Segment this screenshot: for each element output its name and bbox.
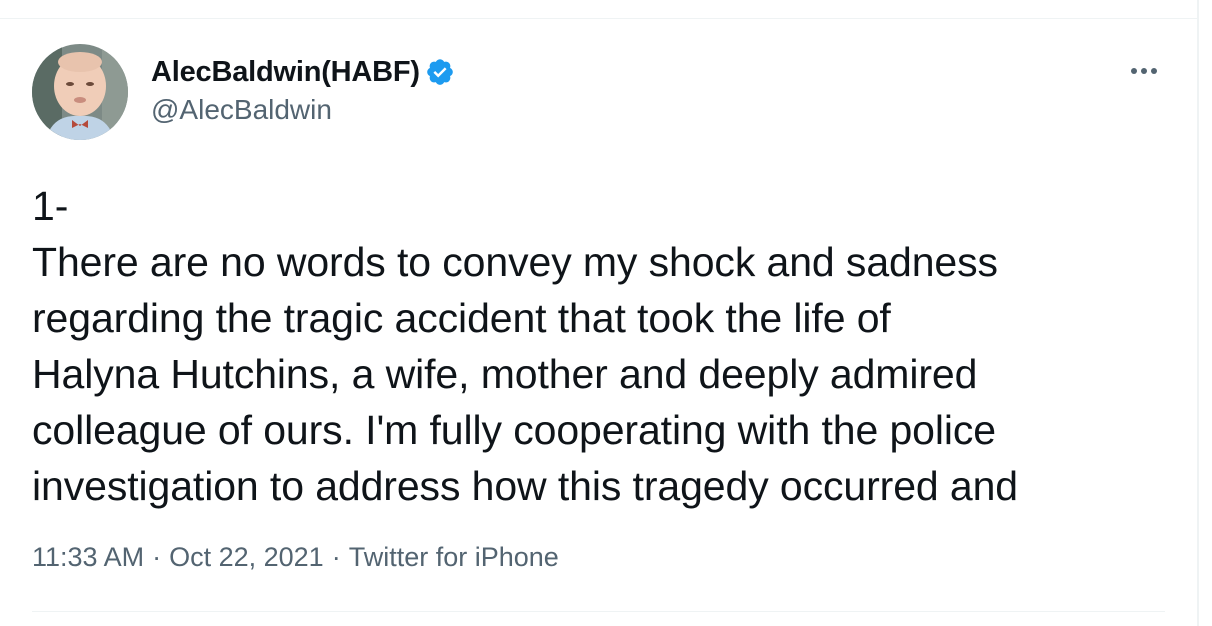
avatar-image: [32, 44, 128, 140]
author-block: AlecBaldwin(HABF) @AlecBaldwin: [151, 52, 455, 126]
display-name[interactable]: AlecBaldwin(HABF): [151, 56, 420, 89]
bottom-divider: [32, 611, 1165, 612]
right-border: [1197, 0, 1199, 626]
name-row: AlecBaldwin(HABF): [151, 52, 455, 92]
tweet-time[interactable]: 11:33 AM: [32, 542, 144, 573]
top-divider: [0, 18, 1197, 19]
meta-separator: ·: [152, 542, 162, 572]
user-handle[interactable]: @AlecBaldwin: [151, 94, 455, 126]
tweet-text: 1- There are no words to convey my shock…: [32, 183, 1019, 509]
tweet-date[interactable]: Oct 22, 2021: [169, 542, 324, 573]
tweet-metadata: 11:33 AM · Oct 22, 2021 · Twitter for iP…: [32, 542, 559, 573]
verified-badge-icon: [425, 57, 455, 87]
avatar[interactable]: [32, 44, 128, 140]
tweet-card: AlecBaldwin(HABF) @AlecBaldwin 1- There …: [0, 0, 1212, 626]
tweet-source[interactable]: Twitter for iPhone: [349, 542, 559, 573]
more-options-icon[interactable]: [1122, 56, 1166, 86]
meta-separator: ·: [331, 542, 341, 572]
